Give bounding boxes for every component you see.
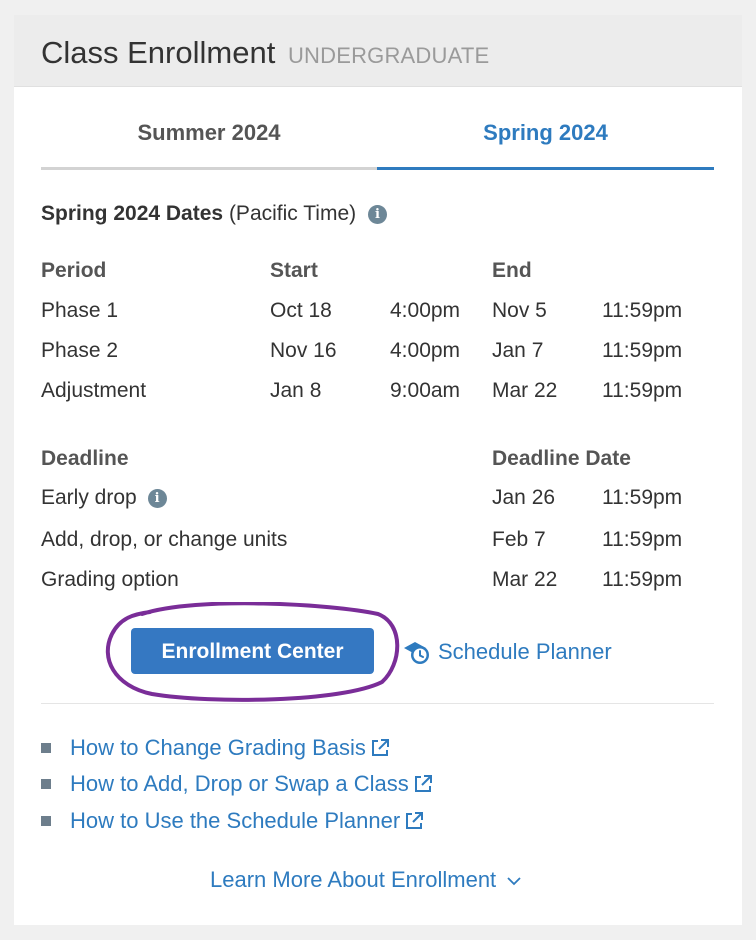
info-icon[interactable]: i <box>147 489 167 508</box>
card-title-text: Class Enrollment <box>41 35 276 70</box>
chevron-down-icon <box>507 877 521 886</box>
deadline-date: Mar 22 <box>492 568 558 591</box>
dates-heading-title: Spring 2024 Dates <box>41 202 224 225</box>
info-icon[interactable]: i <box>367 205 387 224</box>
help-link-add-drop-swap[interactable]: How to Add, Drop or Swap a Class <box>41 769 433 799</box>
term-tabs: Summer 2024 Spring 2024 <box>41 115 714 170</box>
deadline-time: 11:59pm <box>602 486 683 509</box>
start-time: 9:00am <box>390 379 461 402</box>
help-link-label: How to Change Grading Basis <box>70 735 366 760</box>
deadline-time: 11:59pm <box>602 528 683 551</box>
learn-more-label: Learn More About Enrollment <box>210 867 497 892</box>
help-link-grading-basis[interactable]: How to Change Grading Basis <box>41 733 390 763</box>
external-link-icon <box>406 812 424 829</box>
end-date: Mar 22 <box>492 379 558 402</box>
list-bullet <box>41 743 51 753</box>
start-date: Nov 16 <box>270 339 337 362</box>
schedule-planner-label: Schedule Planner <box>438 639 612 664</box>
column-header-period: Period <box>41 259 107 282</box>
deadline-date: Feb 7 <box>492 528 546 551</box>
deadline-name-text: Early drop <box>41 486 137 509</box>
column-header-deadline: Deadline <box>41 447 129 470</box>
class-enrollment-card: Class Enrollment UNDERGRADUATE Summer 20… <box>14 15 742 925</box>
enrollment-center-button[interactable]: Enrollment Center <box>131 628 374 674</box>
tab-summer-2024[interactable]: Summer 2024 <box>41 115 377 170</box>
dates-heading: Spring 2024 Dates (Pacific Time) i <box>41 202 387 226</box>
schedule-planner-link[interactable]: Schedule Planner <box>402 637 612 667</box>
period-name: Adjustment <box>41 379 147 402</box>
start-date: Oct 18 <box>270 299 332 322</box>
period-name: Phase 2 <box>41 339 119 362</box>
deadline-name: Early drop i <box>41 486 167 510</box>
end-time: 11:59pm <box>602 299 683 322</box>
period-name: Phase 1 <box>41 299 119 322</box>
help-link-label: How to Use the Schedule Planner <box>70 808 401 833</box>
card-title: Class Enrollment UNDERGRADUATE <box>41 35 489 71</box>
list-bullet <box>41 816 51 826</box>
dates-heading-note: (Pacific Time) <box>228 202 357 225</box>
column-header-end: End <box>492 259 532 282</box>
deadline-time: 11:59pm <box>602 568 683 591</box>
end-time: 11:59pm <box>602 339 683 362</box>
deadline-date: Jan 26 <box>492 486 556 509</box>
column-header-deadline-date: Deadline Date <box>492 447 631 470</box>
section-divider <box>41 703 714 704</box>
end-date: Jan 7 <box>492 339 544 362</box>
start-date: Jan 8 <box>270 379 322 402</box>
schedule-planner-icon <box>404 642 429 664</box>
deadline-name: Add, drop, or change units <box>41 528 288 551</box>
list-bullet <box>41 779 51 789</box>
end-time: 11:59pm <box>602 379 683 402</box>
card-header: Class Enrollment UNDERGRADUATE <box>14 15 742 87</box>
end-date: Nov 5 <box>492 299 547 322</box>
help-link-label: How to Add, Drop or Swap a Class <box>70 771 409 796</box>
external-link-icon <box>371 739 389 756</box>
help-link-schedule-planner[interactable]: How to Use the Schedule Planner <box>41 806 424 836</box>
learn-more-toggle[interactable]: Learn More About Enrollment <box>210 867 522 893</box>
start-time: 4:00pm <box>390 339 461 362</box>
column-header-start: Start <box>270 259 318 282</box>
external-link-icon <box>414 775 432 792</box>
tab-spring-2024[interactable]: Spring 2024 <box>377 115 714 170</box>
card-subtitle: UNDERGRADUATE <box>287 43 490 68</box>
start-time: 4:00pm <box>390 299 461 322</box>
deadline-name: Grading option <box>41 568 179 591</box>
